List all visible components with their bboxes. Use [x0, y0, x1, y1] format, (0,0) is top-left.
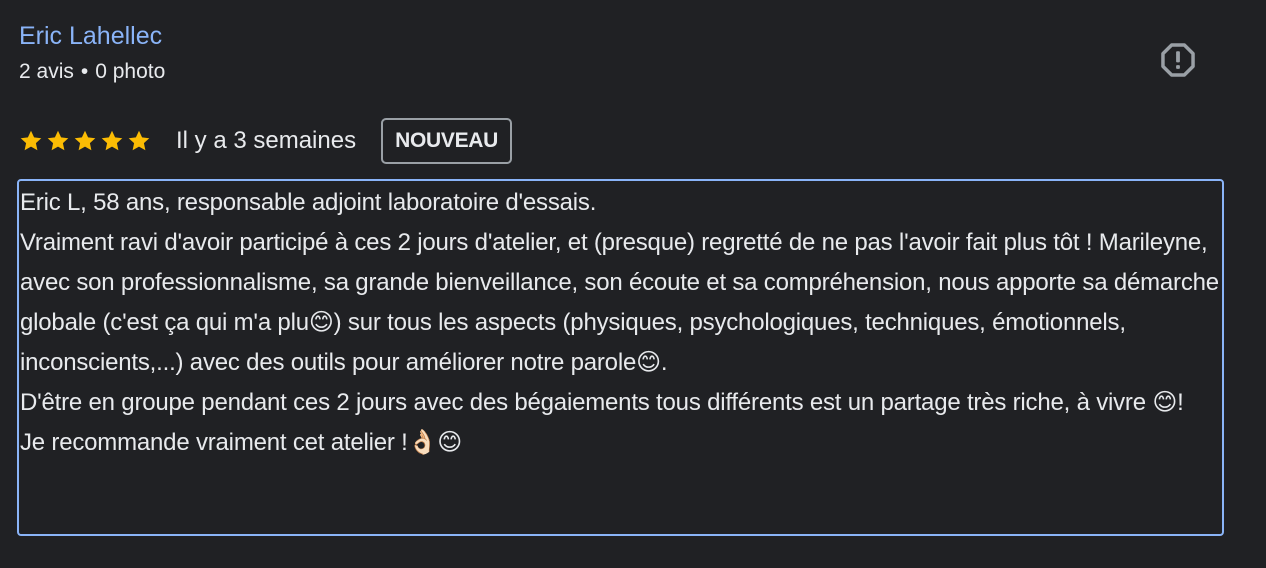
author-name-link[interactable]: Eric Lahellec [19, 22, 162, 51]
review-date: Il y a 3 semaines [176, 127, 357, 154]
star-icon [20, 130, 42, 151]
star-rating [19, 129, 151, 153]
star-icon [128, 130, 150, 151]
photo-count: 0 photo [95, 60, 166, 83]
review-card: Eric Lahellec 2 avis • 0 photo Il y a 3 se… [0, 0, 1266, 568]
rating-row: Il y a 3 semaines NOUVEAU [19, 117, 513, 165]
meta-separator: • [80, 60, 89, 83]
report-button[interactable] [1158, 40, 1198, 80]
report-flag-icon [1161, 43, 1195, 77]
review-line: Eric L, 58 ans, responsable adjoint labo… [20, 189, 597, 216]
review-text[interactable]: Eric L, 58 ans, responsable adjoint labo… [17, 179, 1224, 536]
new-badge: NOUVEAU [381, 118, 513, 164]
review-line: D'être en groupe pendant ces 2 jours ave… [20, 389, 1184, 416]
review-line: Vraiment ravi d'avoir participé à ces 2 … [20, 229, 1219, 376]
star-icon [101, 130, 123, 151]
review-line: Je recommande vraiment cet atelier !👌🏻😊 [20, 429, 463, 456]
review-count: 2 avis [19, 60, 74, 83]
star-icon [47, 130, 69, 151]
star-icon [74, 130, 96, 151]
author-meta: 2 avis • 0 photo [19, 60, 165, 84]
